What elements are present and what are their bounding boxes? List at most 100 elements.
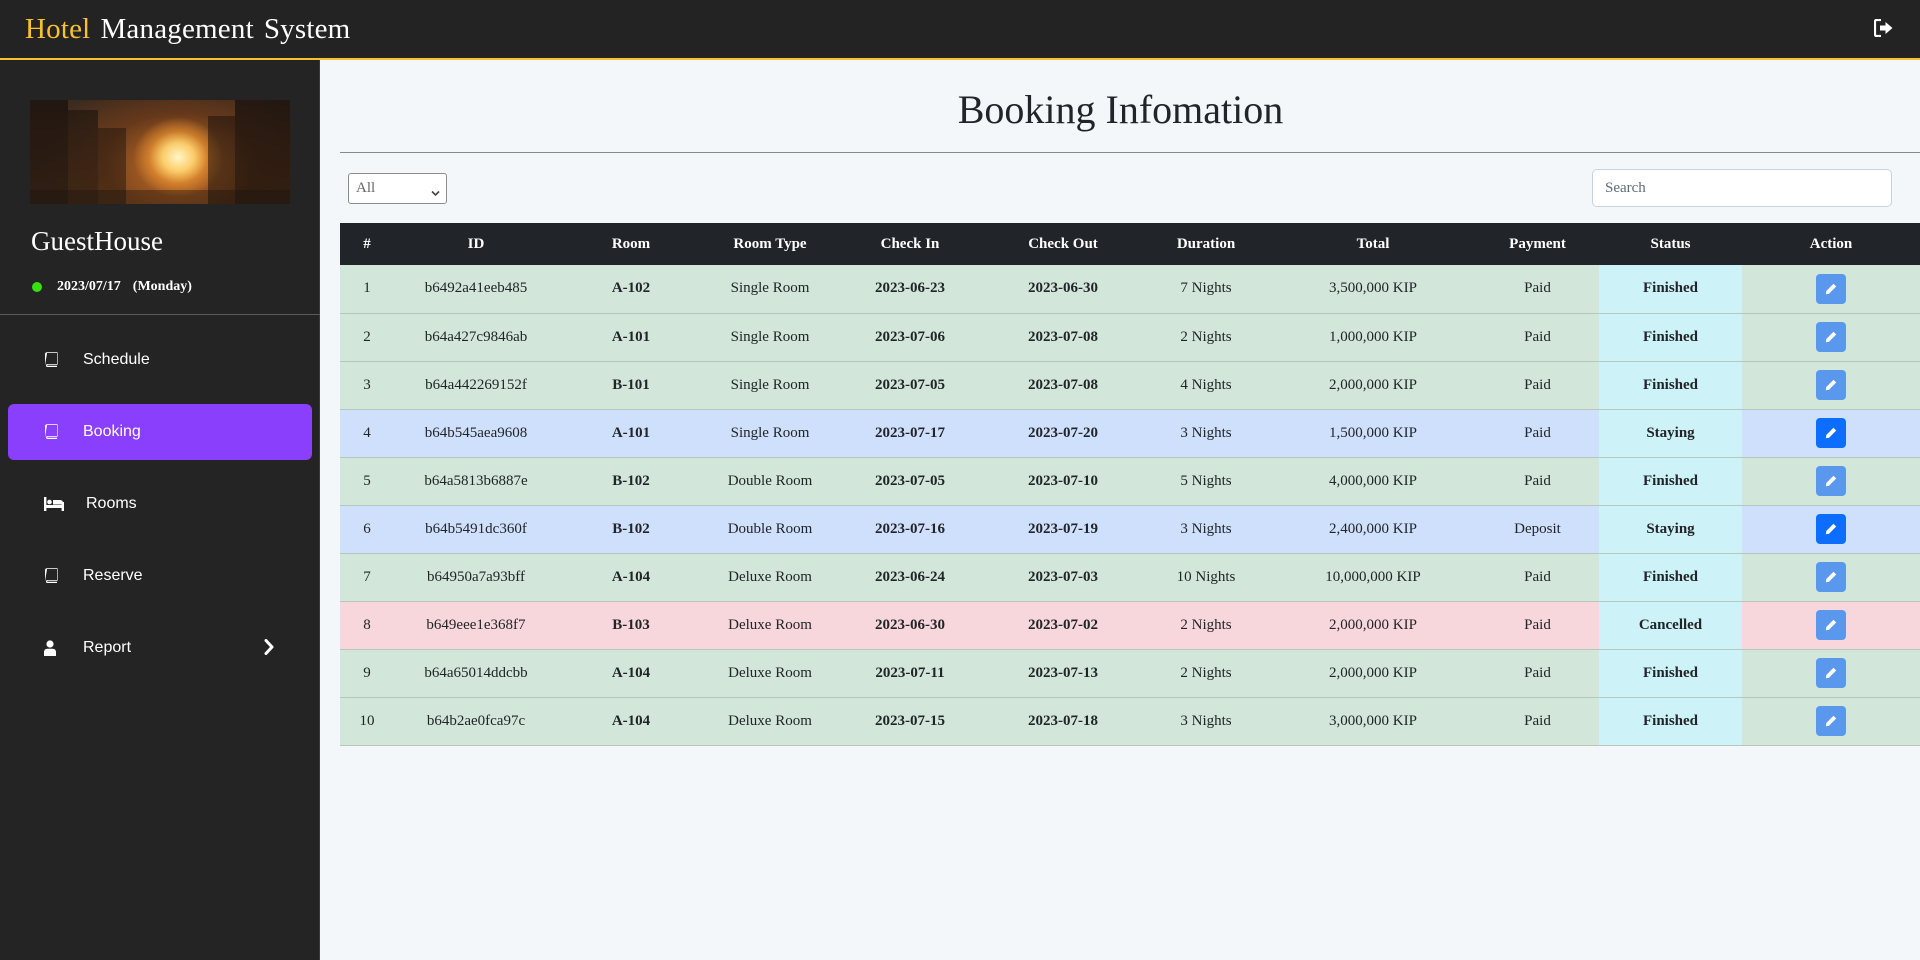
- chevron-down-icon: [431, 185, 440, 202]
- edit-button[interactable]: [1816, 273, 1846, 304]
- row-number: 3: [340, 361, 394, 409]
- table-row: 5 b64a5813b6887e B-102 Double Room 2023-…: [340, 457, 1920, 505]
- brand-word-management: Management: [100, 12, 254, 45]
- row-number: 1: [340, 265, 394, 313]
- row-number: 8: [340, 601, 394, 649]
- book-icon: [44, 423, 64, 441]
- booking-status: Staying: [1599, 505, 1742, 553]
- room-number: B-103: [558, 601, 704, 649]
- edit-button[interactable]: [1816, 370, 1846, 400]
- duration: 2 Nights: [1142, 313, 1270, 361]
- search-input[interactable]: [1592, 169, 1892, 207]
- check-out-date: 2023-07-18: [984, 697, 1142, 745]
- room-number: A-101: [558, 409, 704, 457]
- booking-id: b64b545aea9608: [394, 409, 558, 457]
- action-cell: [1742, 601, 1920, 649]
- sidebar-item-label: Report: [83, 639, 132, 656]
- action-cell: [1742, 697, 1920, 745]
- booking-status: Finished: [1599, 553, 1742, 601]
- check-in-date: 2023-06-24: [836, 553, 984, 601]
- duration: 2 Nights: [1142, 601, 1270, 649]
- check-in-date: 2023-07-05: [836, 457, 984, 505]
- row-number: 2: [340, 313, 394, 361]
- date-text: 2023/07/17: [57, 279, 121, 294]
- edit-button[interactable]: [1816, 658, 1846, 688]
- check-in-date: 2023-06-23: [836, 265, 984, 313]
- sign-out-icon[interactable]: [1873, 18, 1898, 41]
- check-out-date: 2023-07-19: [984, 505, 1142, 553]
- action-cell: [1742, 553, 1920, 601]
- column-header-id: ID: [467, 235, 485, 252]
- booking-status: Finished: [1599, 265, 1742, 313]
- pencil-icon: [1825, 475, 1837, 487]
- booking-id: b6492a41eeb485: [394, 265, 558, 313]
- room-type: Single Room: [704, 313, 836, 361]
- table-row: 4 b64b545aea9608 A-101 Single Room 2023-…: [340, 409, 1920, 457]
- sidebar-item-rooms[interactable]: Rooms: [8, 476, 312, 532]
- table-row: 2 b64a427c9846ab A-101 Single Room 2023-…: [340, 313, 1920, 361]
- status-filter-select[interactable]: All: [348, 173, 447, 204]
- total-amount: 1,000,000 KIP: [1270, 313, 1476, 361]
- check-out-date: 2023-07-02: [984, 601, 1142, 649]
- duration: 2 Nights: [1142, 649, 1270, 697]
- room-number: A-104: [558, 649, 704, 697]
- room-type: Deluxe Room: [704, 601, 836, 649]
- check-out-date: 2023-06-30: [984, 265, 1142, 313]
- check-in-date: 2023-07-17: [836, 409, 984, 457]
- chevron-right-icon[interactable]: [264, 639, 274, 660]
- sidebar-item-reserve[interactable]: Reserve: [8, 548, 312, 604]
- booking-id: b64b5491dc360f: [394, 505, 558, 553]
- row-number: 5: [340, 457, 394, 505]
- check-in-date: 2023-06-30: [836, 601, 984, 649]
- booking-id: b64a442269152f: [394, 361, 558, 409]
- edit-button[interactable]: [1816, 562, 1846, 592]
- sidebar-divider: [0, 314, 320, 315]
- room-number: A-104: [558, 697, 704, 745]
- edit-button[interactable]: [1816, 418, 1846, 448]
- check-in-date: 2023-07-05: [836, 361, 984, 409]
- payment-status: Paid: [1476, 313, 1599, 361]
- action-cell: [1742, 505, 1920, 553]
- pencil-icon: [1825, 283, 1837, 294]
- column-header-room-type: Room Type: [733, 235, 807, 252]
- table-header-row: # ID Room Room Type Check In Check Out D…: [340, 223, 1920, 265]
- booking-status: Finished: [1599, 457, 1742, 505]
- row-number: 4: [340, 409, 394, 457]
- room-number: A-102: [558, 265, 704, 313]
- check-in-date: 2023-07-15: [836, 697, 984, 745]
- room-type: Single Room: [704, 409, 836, 457]
- action-cell: [1742, 649, 1920, 697]
- edit-button[interactable]: [1816, 514, 1846, 544]
- edit-button[interactable]: [1816, 466, 1846, 496]
- room-number: B-101: [558, 361, 704, 409]
- action-cell: [1742, 409, 1920, 457]
- total-amount: 2,000,000 KIP: [1270, 361, 1476, 409]
- payment-status: Paid: [1476, 553, 1599, 601]
- edit-button[interactable]: [1816, 322, 1846, 352]
- duration: 5 Nights: [1142, 457, 1270, 505]
- payment-status: Paid: [1476, 361, 1599, 409]
- city-sunset-image: [30, 100, 290, 204]
- sidebar-item-label: Rooms: [86, 495, 137, 512]
- weekday-text: (Monday): [132, 279, 192, 294]
- check-out-date: 2023-07-20: [984, 409, 1142, 457]
- sidebar-item-report[interactable]: Report: [8, 620, 312, 676]
- pencil-icon: [1825, 667, 1837, 679]
- property-name: GuestHouse: [31, 226, 163, 256]
- edit-button[interactable]: [1816, 610, 1846, 640]
- table-row: 1 b6492a41eeb485 A-102 Single Room 2023-…: [340, 265, 1920, 313]
- brand-word-hotel: Hotel: [25, 12, 91, 45]
- pencil-icon: [1825, 331, 1837, 343]
- sidebar-item-booking[interactable]: Booking: [8, 404, 312, 460]
- room-number: B-102: [558, 457, 704, 505]
- column-header-check-out: Check Out: [1028, 235, 1098, 252]
- edit-button[interactable]: [1816, 706, 1846, 736]
- total-amount: 2,000,000 KIP: [1270, 649, 1476, 697]
- sidebar-item-schedule[interactable]: Schedule: [8, 332, 312, 388]
- booking-status: Finished: [1599, 697, 1742, 745]
- total-amount: 3,500,000 KIP: [1270, 265, 1476, 313]
- book-icon: [44, 351, 64, 369]
- booking-id: b64a427c9846ab: [394, 313, 558, 361]
- check-out-date: 2023-07-10: [984, 457, 1142, 505]
- booking-status: Staying: [1599, 409, 1742, 457]
